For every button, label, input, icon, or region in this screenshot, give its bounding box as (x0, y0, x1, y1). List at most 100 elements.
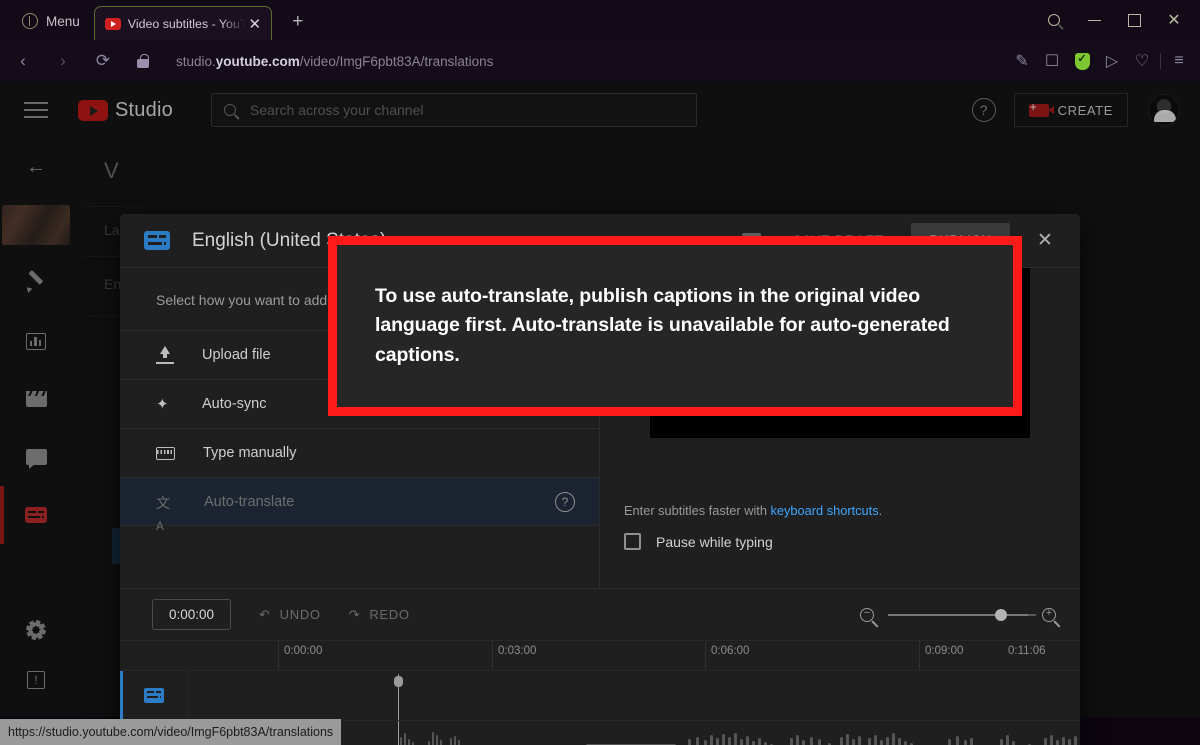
browser-menu-label: Menu (46, 13, 80, 29)
reload-icon[interactable]: ⟳ (86, 44, 120, 78)
keyboard-icon (156, 446, 175, 460)
ruler-tick-label: 0:09:00 (925, 645, 964, 657)
pause-while-typing-row[interactable]: Pause while typing (624, 533, 773, 550)
timeline-ruler[interactable]: 0:00:00 0:03:00 0:06:00 0:09:00 0:11:06 (120, 640, 1080, 671)
studio-logo[interactable]: Studio (78, 99, 173, 122)
browser-tab-bar: Menu Video subtitles - YouTube S ✕ + ✕ (0, 0, 1200, 40)
address-bar[interactable]: studio. youtube.com/video/ImgF6pbt83A/tra… (176, 46, 1007, 76)
option-type-manually[interactable]: Type manually (120, 428, 599, 477)
translate-icon: 文A (156, 494, 170, 533)
subtitles-cc-icon (25, 507, 47, 523)
zoom-in-icon[interactable]: + (1042, 607, 1056, 622)
browser-tab-active[interactable]: Video subtitles - YouTube S ✕ (93, 6, 272, 40)
keyboard-shortcuts-link[interactable]: keyboard shortcuts (771, 503, 879, 518)
url-path: /video/ImgF6pbt83A/translations (299, 53, 494, 69)
zoom-slider[interactable] (888, 608, 1036, 621)
browser-nav-bar: ‹ › ⟳ studio. youtube.com/video/ImgF6pbt8… (0, 40, 1200, 82)
zoom-slider-knob[interactable] (995, 608, 1007, 621)
ruler-tick: 0:00:00 (278, 641, 322, 671)
redo-button[interactable]: ↷ REDO (349, 607, 410, 623)
close-tab-icon[interactable]: ✕ (245, 14, 265, 34)
ruler-tick-label: 0:00:00 (284, 645, 323, 657)
sidebar-video-thumbnail[interactable] (0, 196, 72, 254)
annotation-callout: To use auto-translate, publish captions … (328, 236, 1022, 416)
ruler-tick-label: 0:03:00 (498, 645, 537, 657)
timeline-zoom-controls: − + (860, 607, 1056, 622)
active-indicator (0, 486, 4, 544)
undo-button[interactable]: ↶ UNDO (259, 607, 321, 623)
ruler-tick: 0:09:00 (919, 641, 963, 671)
feedback-icon: ! (27, 671, 45, 689)
studio-brand-label: Studio (115, 98, 173, 121)
subtitle-track[interactable] (120, 670, 1080, 721)
search-placeholder: Search across your channel (249, 102, 424, 118)
clapperboard-icon (25, 391, 47, 407)
studio-side-rail: ← ! (0, 138, 72, 717)
option-label: Auto-translate (204, 493, 295, 510)
settings-sliders-icon[interactable]: ≡ (1164, 46, 1194, 76)
sidebar-item-details[interactable] (0, 254, 72, 312)
close-icon[interactable]: ✕ (1028, 224, 1062, 258)
cc-icon (143, 688, 164, 703)
sidebar-item-back[interactable]: ← (0, 138, 72, 196)
browser-menu-button[interactable]: Menu (12, 6, 90, 36)
create-button[interactable]: CREATE (1013, 93, 1128, 127)
redo-label: REDO (369, 607, 410, 622)
forward-icon[interactable]: › (46, 44, 80, 78)
zoom-out-icon[interactable]: − (860, 607, 874, 622)
url-domain: youtube.com (215, 53, 300, 69)
subtitle-track-lane[interactable] (188, 671, 1080, 721)
avatar[interactable] (1148, 94, 1180, 126)
back-icon[interactable]: ‹ (6, 44, 40, 78)
sparkle-icon: ✦ (156, 396, 169, 413)
browser-tab-title: Video subtitles - YouTube S (127, 16, 245, 31)
help-icon[interactable]: ? (971, 98, 996, 122)
option-label: Type manually (203, 445, 297, 461)
sidebar-item-feedback[interactable]: ! (0, 651, 72, 709)
ruler-tick-label: 0:11:06 (1008, 645, 1046, 657)
zoom-slider-track-end (1028, 613, 1036, 616)
sidebar-item-subtitles[interactable] (0, 486, 72, 544)
browser-status-bar: https://studio.youtube.com/video/ImgF6pb… (0, 719, 342, 745)
current-timecode[interactable]: 0:00:00 (152, 599, 232, 630)
status-bar-url: https://studio.youtube.com/video/ImgF6pb… (8, 725, 334, 739)
window-search-icon[interactable] (1034, 3, 1074, 37)
channel-search-input[interactable]: Search across your channel (210, 93, 697, 127)
window-maximize-button[interactable] (1114, 3, 1154, 37)
toolbar-divider (1160, 53, 1161, 69)
youtube-play-icon (78, 99, 108, 121)
sidebar-item-analytics[interactable] (0, 312, 72, 370)
pause-while-typing-checkbox[interactable] (624, 533, 641, 550)
window-minimize-button[interactable] (1074, 3, 1114, 37)
sidebar-item-comments[interactable] (0, 428, 72, 486)
create-button-label: CREATE (1057, 102, 1113, 118)
upload-icon (156, 346, 174, 364)
edit-page-icon[interactable]: ✎ (1007, 46, 1037, 76)
timeline-controls: 0:00:00 ↶ UNDO ↷ REDO − + (120, 588, 1080, 640)
shield-check-icon[interactable] (1067, 46, 1097, 76)
option-auto-translate[interactable]: 文A Auto-translate ? (120, 477, 599, 533)
hamburger-menu-icon[interactable] (24, 97, 48, 123)
auto-translate-help-icon[interactable]: ? (555, 491, 575, 512)
send-icon[interactable]: ▷ (1097, 46, 1127, 76)
favorite-heart-icon[interactable]: ♡ (1127, 46, 1157, 76)
cc-icon (144, 231, 170, 250)
keyboard-shortcuts-hint: Enter subtitles faster with keyboard sho… (624, 503, 882, 518)
undo-label: UNDO (279, 607, 321, 622)
annotation-text: To use auto-translate, publish captions … (375, 284, 950, 366)
gear-icon (26, 620, 46, 640)
window-controls: ✕ (1034, 2, 1200, 38)
window-close-button[interactable]: ✕ (1154, 3, 1194, 37)
divider (84, 206, 554, 207)
browser-toolbar-icons: ✎ ☐ ▷ ♡ ≡ (1007, 46, 1200, 76)
search-icon (223, 104, 236, 116)
ruler-tick: 0:03:00 (492, 641, 536, 671)
page-title: V (104, 158, 119, 183)
shortcut-hint-prefix: Enter subtitles faster with (624, 503, 771, 518)
sidebar-item-editor[interactable] (0, 370, 72, 428)
studio-header: Studio Search across your channel ? CREA… (0, 82, 1200, 138)
ruler-tick: 0:06:00 (705, 641, 749, 671)
new-tab-button[interactable]: + (284, 8, 312, 36)
screenshot-icon[interactable]: ☐ (1037, 46, 1067, 76)
back-arrow-icon: ← (26, 155, 46, 178)
